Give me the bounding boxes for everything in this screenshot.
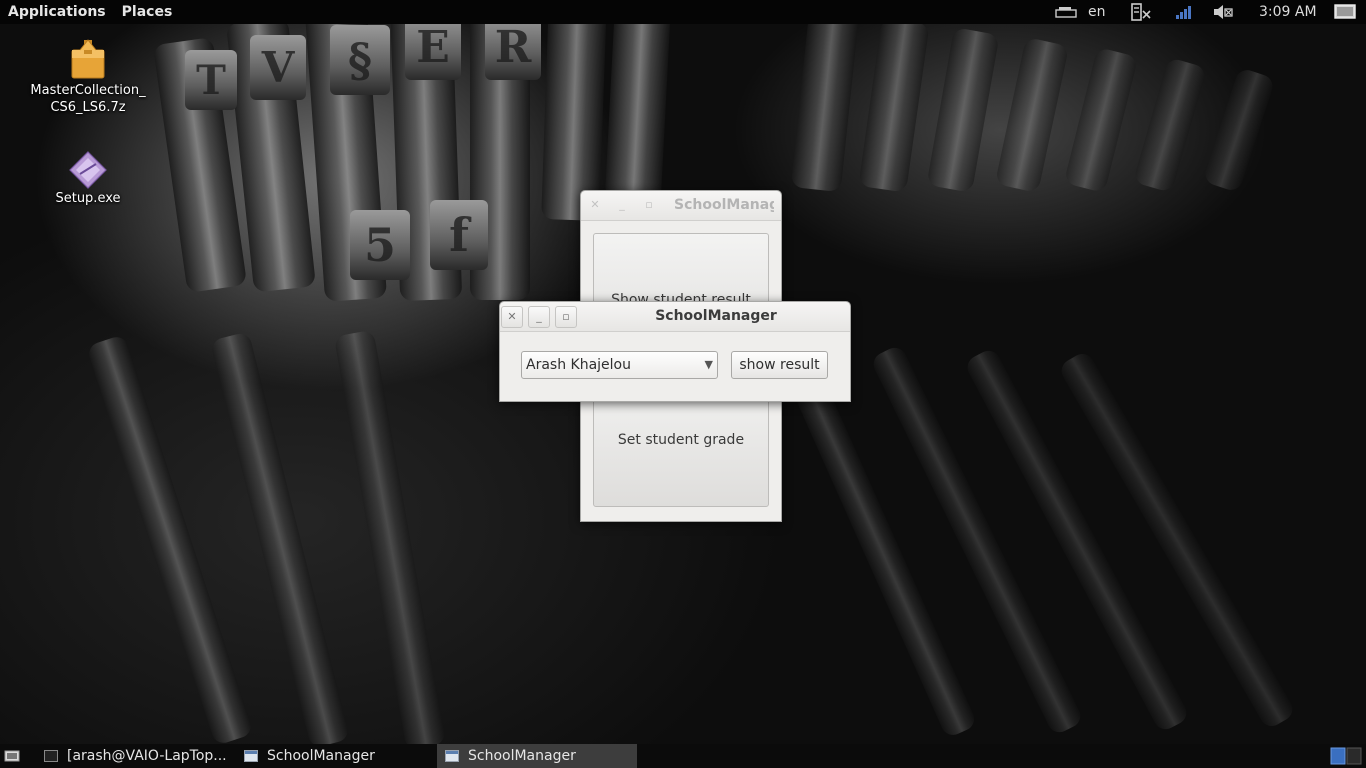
- exe-icon: [69, 151, 107, 189]
- screen-icon: [1334, 4, 1356, 19]
- student-select-value: Arash Khajelou: [526, 357, 631, 373]
- network-icon: [1131, 3, 1151, 21]
- show-desktop-left-button[interactable]: [0, 744, 32, 768]
- signal-bars-icon: [1176, 6, 1191, 19]
- desktop: T V § E R 5 f Applications Places en 3:0…: [0, 0, 1366, 768]
- desktop-icon-archive[interactable]: MasterCollection_ CS6_LS6.7z: [13, 38, 163, 116]
- signal-indicator[interactable]: [1175, 0, 1193, 24]
- task-terminal[interactable]: [arash@VAIO-LapTop...: [36, 744, 234, 768]
- window-title: SchoolManager: [674, 197, 774, 213]
- task-label: [arash@VAIO-LapTop...: [67, 748, 227, 764]
- task-label: SchoolManager: [267, 748, 375, 764]
- top-panel: Applications Places en 3:09 AM: [0, 0, 1366, 24]
- archive-icon: [71, 39, 105, 79]
- volume-indicator[interactable]: [1212, 0, 1236, 24]
- show-result-button[interactable]: show result: [731, 351, 828, 379]
- desktop-icon-label: MasterCollection_: [30, 83, 146, 98]
- workspace-switcher[interactable]: [1328, 744, 1366, 768]
- clock[interactable]: 3:09 AM: [1259, 0, 1317, 24]
- show-result-dialog: ✕ _ ▫ SchoolManager Arash Khajelou ▼ sho…: [499, 301, 851, 402]
- task-schoolmanager-dialog[interactable]: SchoolManager: [437, 744, 637, 768]
- main-window-titlebar[interactable]: ✕ _ ▫ SchoolManager: [581, 191, 781, 221]
- desktop-icon: [4, 750, 20, 762]
- show-desktop-button[interactable]: [1334, 0, 1356, 24]
- desktop-icon-setup[interactable]: Setup.exe: [13, 150, 163, 207]
- keyboard-icon: [1055, 7, 1077, 18]
- terminal-icon: [44, 750, 58, 762]
- task-schoolmanager-main[interactable]: SchoolManager: [236, 744, 434, 768]
- minimize-icon[interactable]: _: [611, 195, 633, 217]
- bottom-panel: [arash@VAIO-LapTop... SchoolManager Scho…: [0, 744, 1366, 768]
- dialog-title: SchoolManager: [655, 308, 777, 324]
- tray-keyboard[interactable]: [1055, 0, 1077, 24]
- maximize-icon[interactable]: ▫: [555, 306, 577, 328]
- minimize-icon[interactable]: _: [528, 306, 550, 328]
- chevron-down-icon: ▼: [704, 358, 713, 371]
- workspace-icon: [1330, 747, 1362, 765]
- applications-menu[interactable]: Applications: [0, 0, 114, 24]
- volume-muted-icon: [1214, 5, 1233, 19]
- student-select[interactable]: Arash Khajelou ▼: [521, 351, 718, 379]
- close-icon[interactable]: ✕: [584, 195, 606, 217]
- desktop-icon-label: CS6_LS6.7z: [50, 100, 126, 115]
- desktop-icon-label: Setup.exe: [55, 191, 121, 206]
- keyboard-layout-indicator[interactable]: en: [1088, 0, 1106, 24]
- window-icon: [445, 750, 459, 762]
- places-menu[interactable]: Places: [114, 0, 181, 24]
- task-label: SchoolManager: [468, 748, 576, 764]
- window-icon: [244, 750, 258, 762]
- network-manager[interactable]: [1130, 0, 1152, 24]
- close-icon[interactable]: ✕: [501, 306, 523, 328]
- maximize-icon[interactable]: ▫: [638, 195, 660, 217]
- dialog-titlebar[interactable]: ✕ _ ▫ SchoolManager: [500, 302, 850, 332]
